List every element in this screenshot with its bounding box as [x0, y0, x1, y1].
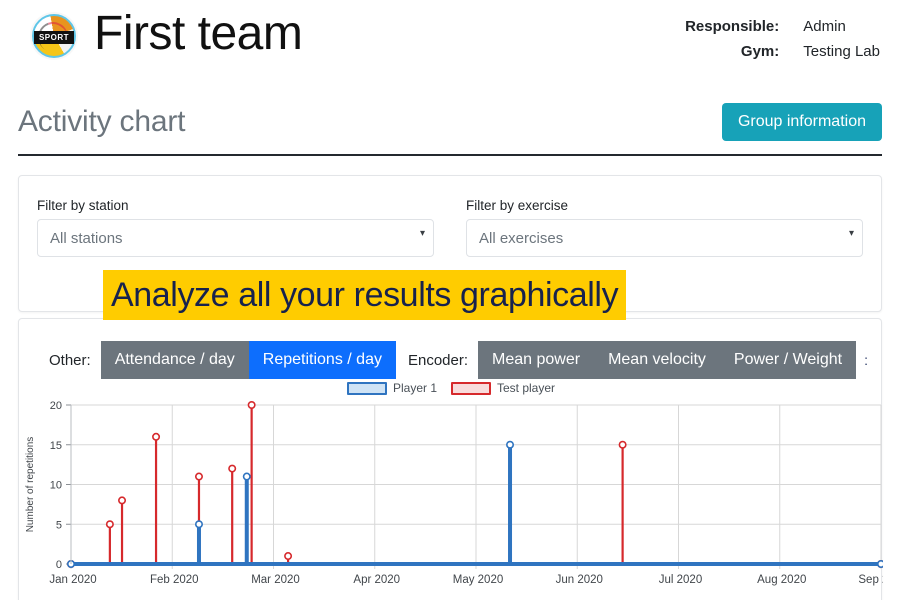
- filter-by-exercise-select[interactable]: All exercises ▾: [466, 219, 863, 257]
- svg-text:Feb 2020: Feb 2020: [150, 574, 199, 586]
- svg-text:Sep 2020: Sep 2020: [858, 574, 883, 586]
- tab-attendance-per-day[interactable]: Attendance / day: [100, 341, 249, 379]
- tab-mean-power[interactable]: Mean power: [478, 341, 595, 379]
- page-title-row: Activity chart Group information: [18, 90, 882, 156]
- tab-repetitions-per-day[interactable]: Repetitions / day: [248, 341, 396, 379]
- tab-power-per-weight[interactable]: Power / Weight: [719, 341, 857, 379]
- sport-circle-logo-icon: SPORT: [30, 12, 78, 60]
- toolbar-overflow-indicator: :: [864, 352, 869, 368]
- filter-by-station-select[interactable]: All stations ▾: [37, 219, 434, 257]
- filter-by-station-group: Filter by station All stations ▾: [37, 198, 434, 257]
- chart-canvas: 0 5 10 15 20 Jan 2020 Feb 2020 Mar 2020 Apr 2020…: [25, 400, 883, 586]
- filter-by-exercise-group: Filter by exercise All exercises ▾: [466, 198, 863, 257]
- filter-by-exercise-label: Filter by exercise: [466, 198, 569, 213]
- svg-text:Jul 2020: Jul 2020: [659, 574, 702, 586]
- chevron-down-icon: ▾: [848, 228, 854, 239]
- brand: SPORT First team: [30, 6, 303, 60]
- encoder-caption: Encoder:: [407, 351, 469, 369]
- filter-by-station-value: All stations: [50, 229, 123, 247]
- gym-value: Testing Lab: [803, 43, 880, 60]
- app-title: First team: [94, 6, 303, 60]
- other-caption: Other:: [49, 351, 91, 369]
- svg-text:Jan 2020: Jan 2020: [49, 574, 96, 586]
- svg-text:Aug 2020: Aug 2020: [757, 574, 806, 586]
- svg-text:Number of repetitions: Number of repetitions: [25, 437, 36, 533]
- chart-card: Other: Attendance / day Repetitions / da…: [18, 318, 883, 600]
- header-meta: Responsible: Admin Gym: Testing Lab: [685, 6, 880, 60]
- svg-text:Mar 2020: Mar 2020: [251, 574, 300, 586]
- filters-row: Filter by station All stations ▾ Filter …: [19, 176, 881, 257]
- tab-mean-velocity[interactable]: Mean velocity: [594, 341, 720, 379]
- svg-text:0: 0: [56, 559, 62, 571]
- svg-text:5: 5: [56, 519, 62, 531]
- svg-text:15: 15: [50, 440, 62, 452]
- group-information-button[interactable]: Group information: [721, 103, 882, 141]
- filter-by-station-label: Filter by station: [37, 198, 129, 213]
- responsible-label: Responsible:: [685, 18, 780, 35]
- chart-mode-toolbar: Other: Attendance / day Repetitions / da…: [19, 319, 881, 379]
- responsible-value: Admin: [803, 18, 846, 35]
- svg-text:Apr 2020: Apr 2020: [353, 574, 400, 586]
- page-title: Activity chart: [18, 105, 186, 138]
- gym-label: Gym:: [740, 43, 780, 60]
- app-header: SPORT First team Responsible: Admin Gym:…: [0, 0, 900, 88]
- activity-chart: Player 1 Test player 0 5 10 15 20 Jan 2020 Feb…: [19, 379, 883, 594]
- svg-text:20: 20: [50, 400, 62, 412]
- svg-text:10: 10: [50, 480, 62, 492]
- promo-banner: Analyze all your results graphically: [103, 270, 627, 320]
- svg-text:May 2020: May 2020: [453, 574, 504, 586]
- filter-by-exercise-value: All exercises: [479, 229, 564, 247]
- app-root: SPORT First team Responsible: Admin Gym:…: [0, 0, 900, 600]
- logo-text: SPORT: [38, 32, 70, 42]
- svg-text:Jun 2020: Jun 2020: [556, 574, 603, 586]
- chevron-down-icon: ▾: [419, 228, 425, 239]
